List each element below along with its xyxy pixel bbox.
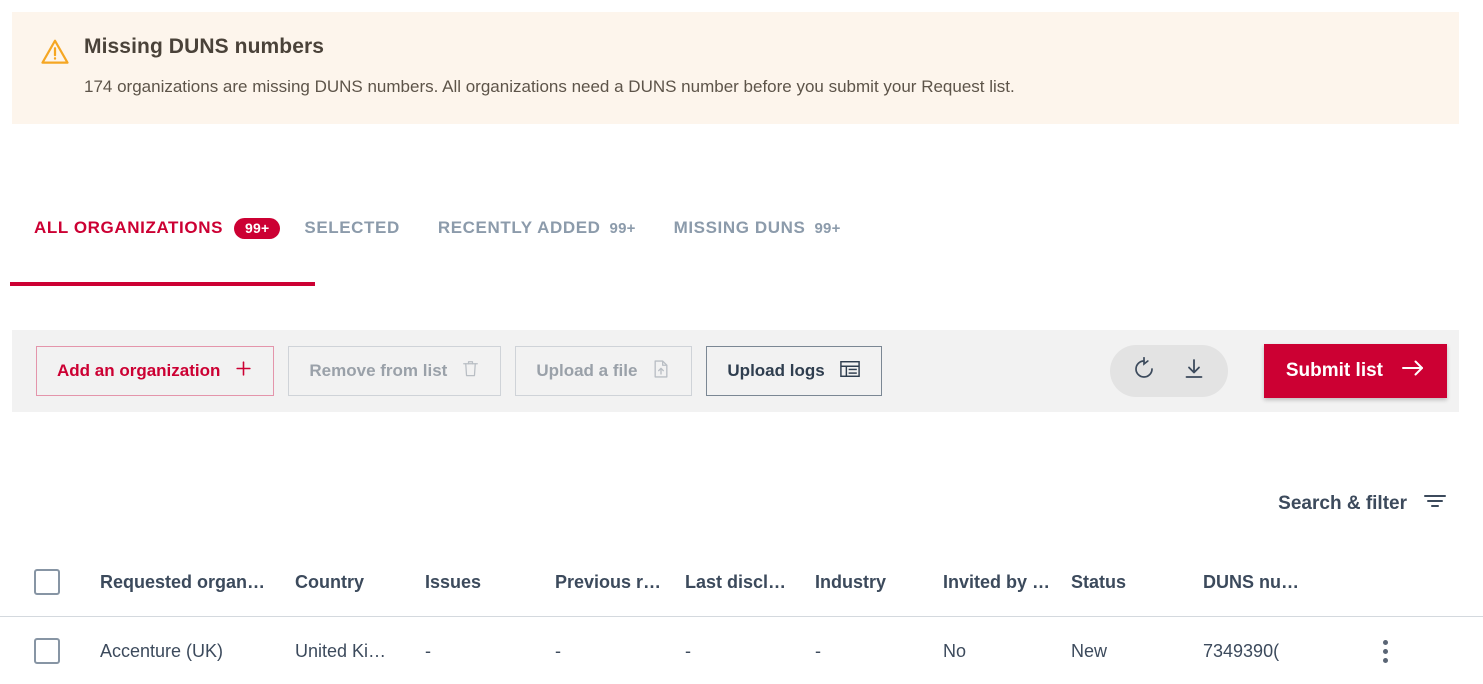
tab-label: RECENTLY ADDED — [437, 218, 601, 237]
row-actions-cell — [1355, 639, 1415, 663]
column-header-last-disclosure[interactable]: Last discl… — [685, 572, 815, 593]
column-header-previous-response[interactable]: Previous r… — [555, 572, 685, 593]
cell-duns-number: 7349390( — [1203, 640, 1280, 661]
alert-message: 174 organizations are missing DUNS numbe… — [84, 77, 1015, 96]
table-actions-group — [1109, 345, 1228, 397]
column-header-status[interactable]: Status — [1071, 572, 1203, 593]
cell-organization: Accenture (UK) — [100, 640, 224, 661]
cell-country: United Ki… — [295, 640, 387, 661]
tab-badge: 99+ — [814, 219, 841, 237]
tab-badge: 99+ — [234, 217, 281, 239]
alert-title: Missing DUNS numbers — [84, 35, 325, 58]
plus-icon — [234, 359, 253, 383]
download-icon[interactable] — [1182, 357, 1206, 386]
select-all-cell — [34, 569, 100, 595]
tab-selected[interactable]: SELECTED — [304, 218, 399, 238]
tab-all-organizations[interactable]: ALL ORGANIZATIONS 99+ — [34, 217, 281, 239]
button-label: Remove from list — [309, 361, 448, 380]
remove-from-list-button[interactable]: Remove from list — [288, 346, 502, 396]
column-header-issues[interactable]: Issues — [425, 572, 555, 593]
table-list-icon — [839, 359, 861, 384]
select-all-checkbox[interactable] — [34, 569, 60, 595]
upload-logs-button[interactable]: Upload logs — [706, 346, 882, 396]
column-header-organization[interactable]: Requested organ… — [100, 572, 295, 593]
trash-icon — [461, 359, 480, 383]
search-and-filter-button[interactable]: Search & filter — [1278, 492, 1447, 516]
file-upload-icon — [651, 359, 671, 384]
row-checkbox[interactable] — [34, 638, 60, 664]
organizations-page: Missing DUNS numbers 174 organizations a… — [0, 0, 1483, 684]
active-tab-indicator — [10, 282, 315, 286]
warning-triangle-icon — [40, 34, 80, 124]
tab-label: MISSING DUNS — [673, 218, 806, 237]
cell-previous-response: - — [555, 640, 561, 661]
tab-bar: ALL ORGANIZATIONS 99+ SELECTED RECENTLY … — [0, 206, 1483, 286]
alert-body: Missing DUNS numbers 174 organizations a… — [80, 34, 1015, 124]
refresh-icon[interactable] — [1132, 356, 1156, 386]
submit-list-button[interactable]: Submit list — [1263, 344, 1447, 398]
missing-duns-alert: Missing DUNS numbers 174 organizations a… — [12, 12, 1459, 124]
tab-recently-added[interactable]: RECENTLY ADDED 99+ — [438, 218, 636, 238]
cell-status: New — [1071, 640, 1108, 661]
tab-row: ALL ORGANIZATIONS 99+ SELECTED RECENTLY … — [0, 206, 1483, 250]
filter-icon — [1423, 492, 1447, 516]
row-select-cell — [34, 638, 100, 664]
add-organization-button[interactable]: Add an organization — [36, 346, 275, 396]
cell-industry: - — [815, 640, 821, 661]
cell-issues: - — [425, 640, 431, 661]
table-header-row: Requested organ… Country Issues Previous… — [0, 548, 1483, 617]
button-label: Upload a file — [536, 361, 638, 380]
button-label: Add an organization — [57, 361, 221, 380]
tab-badge: 99+ — [609, 219, 636, 237]
column-header-industry[interactable]: Industry — [815, 572, 943, 593]
action-toolbar: Add an organization Remove from list Upl… — [12, 330, 1459, 412]
cell-last-disclosure: - — [685, 640, 691, 661]
button-label: Submit list — [1285, 360, 1383, 381]
arrow-right-icon — [1401, 358, 1425, 384]
column-header-country[interactable]: Country — [295, 572, 425, 593]
tab-label: ALL ORGANIZATIONS — [34, 218, 224, 237]
button-label: Upload logs — [727, 361, 825, 380]
column-header-duns-number[interactable]: DUNS nu… — [1203, 572, 1355, 593]
cell-invited-by: No — [943, 640, 967, 661]
column-header-invited-by[interactable]: Invited by … — [943, 572, 1071, 593]
organizations-table: Requested organ… Country Issues Previous… — [0, 548, 1483, 684]
upload-file-button[interactable]: Upload a file — [515, 346, 693, 396]
tab-label: SELECTED — [304, 218, 400, 237]
tab-missing-duns[interactable]: MISSING DUNS 99+ — [674, 218, 841, 238]
kebab-menu-icon[interactable] — [1382, 639, 1388, 663]
table-row[interactable]: Accenture (UK) United Ki… - - - - No New… — [0, 617, 1483, 684]
search-filter-label: Search & filter — [1278, 493, 1407, 514]
